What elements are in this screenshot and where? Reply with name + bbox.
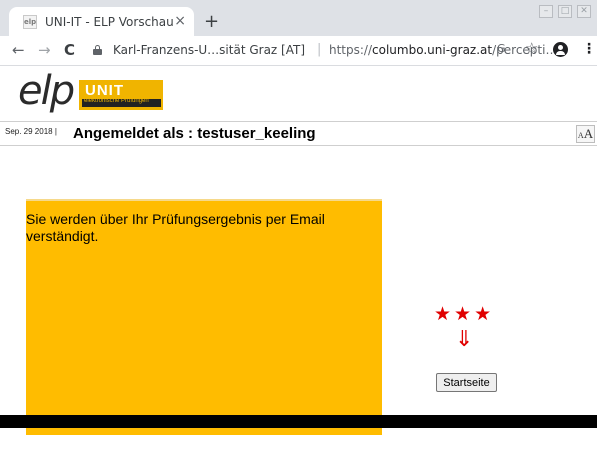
bookmark-star-icon[interactable]: ☆ (525, 39, 538, 57)
back-arrow-icon[interactable]: ← (12, 41, 25, 59)
tab-favicon-icon: elp (23, 15, 37, 29)
logo-unit-text: UNIT (85, 82, 124, 99)
url-text[interactable]: https://columbo.uni-graz.at/percepti… (329, 43, 557, 57)
profile-avatar-icon[interactable] (553, 42, 568, 57)
tab-strip: elp UNI-IT - ELP Vorschau × + – □ ✕ (0, 0, 597, 36)
info-bar: Sep. 29 2018 | Angemeldet als : testuser… (0, 121, 597, 146)
maximize-window-icon[interactable]: □ (558, 5, 572, 18)
translate-icon[interactable]: G (497, 42, 506, 55)
site-identity: Karl-Franzens-U…sität Graz [AT] (113, 43, 306, 57)
close-window-icon[interactable]: ✕ (577, 5, 591, 18)
logged-in-user: Angemeldet als : testuser_keeling (73, 125, 316, 142)
result-notice-text: Sie werden über Ihr Prüfungsergebnis per… (26, 211, 325, 244)
down-arrow-icon: ⇓ (455, 327, 474, 352)
tab-title: UNI-IT - ELP Vorschau (45, 15, 174, 29)
minimize-window-icon[interactable]: – (539, 5, 553, 18)
url-scheme: https:// (329, 43, 373, 57)
browser-toolbar: ← → C Karl-Franzens-U…sität Graz [AT] | … (0, 36, 597, 66)
elp-logo: elp UNIT elektronische Prüfungen (18, 68, 163, 116)
logo-subtitle: elektronische Prüfungen (84, 98, 149, 104)
tab-close-icon[interactable]: × (174, 13, 186, 29)
reload-icon[interactable]: C (64, 41, 75, 59)
stars-icon: ★★★ (434, 303, 495, 325)
logo-elp-text: elp (18, 68, 75, 114)
browser-tab[interactable]: elp UNI-IT - ELP Vorschau × (9, 7, 194, 36)
lock-icon[interactable] (93, 45, 102, 55)
logo-unit-badge: UNIT elektronische Prüfungen (79, 80, 163, 110)
url-domain: columbo.uni-graz.at (372, 43, 493, 57)
divider-bar (0, 415, 597, 428)
forward-arrow-icon[interactable]: → (38, 41, 51, 59)
result-notice-box: Sie werden über Ihr Prüfungsergebnis per… (26, 199, 382, 435)
font-size-toggle-button[interactable]: AA (576, 125, 595, 143)
new-tab-button[interactable]: + (204, 11, 219, 32)
startseite-button[interactable]: Startseite (436, 373, 497, 392)
url-separator: | (317, 42, 322, 57)
date-label: Sep. 29 2018 | (5, 127, 57, 136)
address-bar[interactable]: Karl-Franzens-U…sität Graz [AT] | https:… (85, 39, 557, 63)
kebab-menu-icon[interactable]: ⋮ (582, 41, 596, 57)
